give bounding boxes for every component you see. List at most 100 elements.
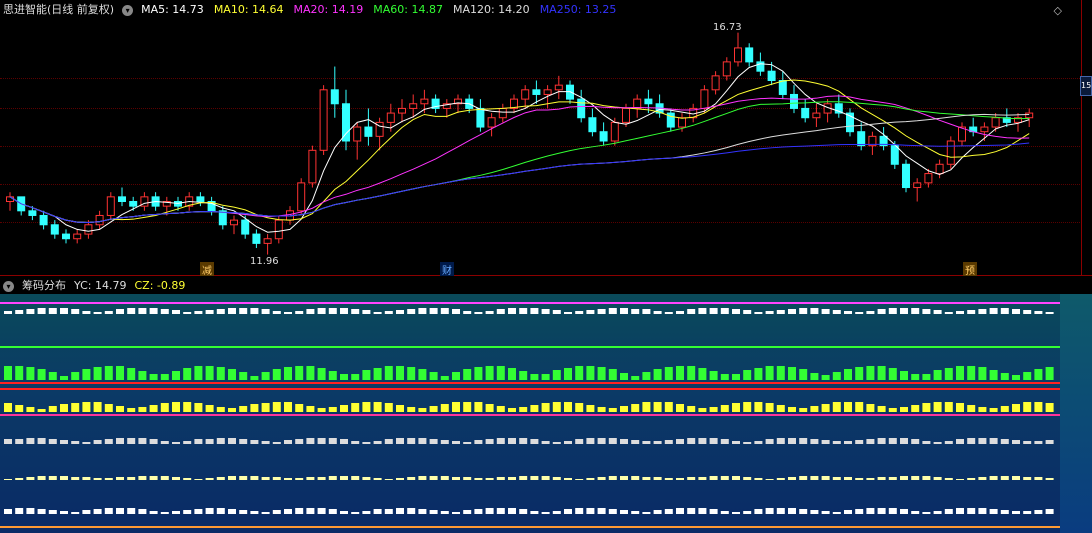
- chip-bar: [877, 366, 886, 380]
- chip-bar: [732, 476, 740, 480]
- chip-bar: [888, 408, 897, 412]
- chip-bar: [194, 366, 203, 380]
- chip-bar: [676, 508, 684, 514]
- chip-bar: [440, 404, 449, 412]
- candle-body: [364, 126, 373, 137]
- chip-chart-area[interactable]: [0, 294, 1060, 533]
- chip-bar: [564, 478, 572, 480]
- chip-bar: [149, 405, 158, 412]
- chip-bar: [832, 310, 841, 314]
- chip-bar: [396, 366, 404, 380]
- chip-bar: [194, 509, 203, 514]
- candle-body: [734, 47, 742, 63]
- chip-bar: [866, 311, 875, 314]
- chip-bar: [1023, 310, 1032, 314]
- chip-bar: [172, 371, 180, 380]
- chip-bar: [586, 438, 595, 444]
- chip-bar: [239, 372, 248, 380]
- chip-bar: [284, 478, 292, 480]
- chip-bar: [250, 404, 259, 412]
- chip-bar: [183, 368, 192, 380]
- chip-bar: [261, 512, 270, 514]
- chip-bar: [866, 366, 875, 380]
- event-marker-reduce[interactable]: 减: [200, 262, 214, 277]
- chip-bar: [407, 477, 416, 480]
- chip-bar: [765, 439, 774, 444]
- chip-bar: [989, 476, 998, 480]
- chip-bar: [978, 477, 987, 480]
- chip-bar: [429, 476, 438, 480]
- chip-bar: [261, 477, 270, 480]
- chip-bar: [687, 309, 696, 314]
- chip-bar: [888, 508, 897, 514]
- chip-bar: [821, 309, 830, 314]
- chip-bar: [732, 403, 740, 412]
- chip-bar: [810, 510, 819, 514]
- chip-bar: [586, 310, 595, 314]
- chip-bar: [967, 366, 976, 380]
- candle-body: [498, 107, 507, 119]
- chip-bar: [261, 441, 270, 444]
- chip-bar: [15, 310, 24, 314]
- chip-bar: [407, 407, 416, 412]
- kline-chart[interactable]: [0, 0, 1080, 275]
- chip-bar: [463, 369, 472, 380]
- chip-bar: [508, 308, 516, 314]
- chip-bar: [642, 477, 651, 480]
- chip-bar: [340, 476, 348, 480]
- chip-bar: [474, 478, 483, 480]
- candle-body: [778, 80, 787, 95]
- chip-bar: [351, 309, 360, 314]
- event-marker-forecast[interactable]: 预: [963, 262, 977, 277]
- candle-body: [297, 182, 306, 212]
- chip-bar: [396, 478, 404, 480]
- chip-bar: [754, 441, 763, 444]
- chip-bar: [15, 366, 24, 380]
- chevron-down-icon[interactable]: ▾: [3, 280, 14, 292]
- chip-bar: [810, 476, 819, 480]
- chip-bar: [844, 441, 852, 444]
- chip-bar: [160, 374, 169, 380]
- chip-bar: [261, 309, 270, 314]
- chip-bar: [967, 310, 976, 314]
- candle-body: [554, 84, 563, 91]
- chip-bar: [463, 477, 472, 480]
- chip-distribution-panel[interactable]: ▾ 筹码分布 YC: 14.79 CZ: -0.89: [0, 276, 1092, 533]
- chip-bar: [384, 311, 393, 314]
- chip-bar: [26, 508, 35, 514]
- chip-bar: [765, 479, 774, 480]
- chip-bar: [205, 366, 214, 380]
- chip-bar: [732, 441, 740, 444]
- chip-bar: [116, 406, 124, 412]
- chip-bar: [452, 372, 460, 380]
- chip-bar: [900, 476, 908, 480]
- chip-bar: [911, 511, 920, 514]
- candle-body: [946, 140, 955, 165]
- kline-panel[interactable]: 思进智能(日线 前复权) ▾ MA5: 14.73 MA10: 14.64 MA20…: [0, 0, 1092, 277]
- chip-bar: [407, 438, 416, 444]
- event-marker-finance[interactable]: 财: [440, 262, 454, 277]
- candle-body: [330, 89, 339, 105]
- chip-bar: [586, 405, 595, 412]
- chip-bar: [608, 438, 617, 444]
- chip-bar: [978, 438, 987, 444]
- chip-scroll-strip[interactable]: [1060, 294, 1092, 533]
- chip-bar: [687, 406, 696, 412]
- chip-bar: [956, 403, 964, 412]
- chip-bar: [4, 366, 12, 380]
- chip-bar: [508, 508, 516, 514]
- price-side-tag: 15: [1080, 76, 1092, 96]
- chip-bar: [149, 476, 158, 480]
- chip-bar: [933, 477, 942, 480]
- chip-bar: [967, 508, 976, 514]
- candle-body: [487, 117, 496, 128]
- chip-bar: [272, 477, 281, 480]
- candle-body: [610, 121, 619, 142]
- chip-bar: [284, 440, 292, 444]
- chip-bar: [205, 439, 214, 444]
- chip-bar: [922, 512, 931, 514]
- chip-bar: [172, 442, 180, 444]
- chip-bar: [183, 441, 192, 444]
- chip-bar: [183, 402, 192, 412]
- chip-bar: [844, 369, 852, 380]
